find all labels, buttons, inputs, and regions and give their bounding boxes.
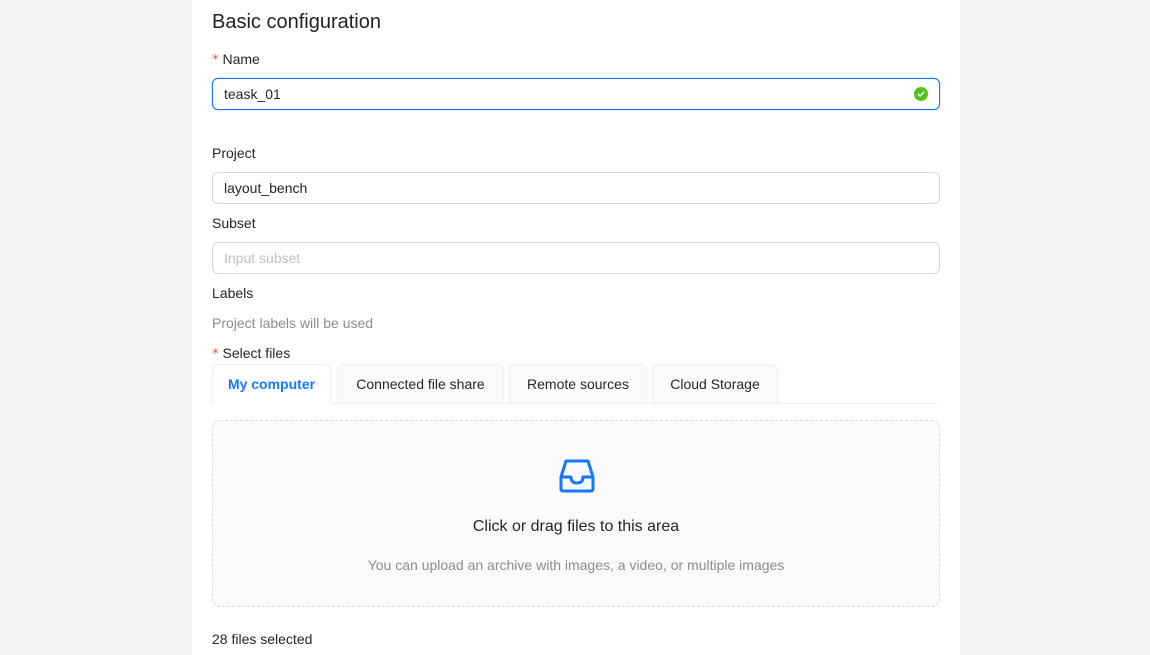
- inbox-icon: [559, 459, 595, 493]
- dropzone-hint: You can upload an archive with images, a…: [367, 557, 785, 573]
- section-title: Basic configuration: [212, 11, 381, 33]
- tab-connected-file-share[interactable]: Connected file share: [337, 364, 504, 404]
- labels-label: Labels: [212, 285, 254, 301]
- files-selected-count: 28 files selected: [212, 631, 313, 647]
- file-source-tabs: My computer Connected file share Remote …: [212, 364, 940, 404]
- required-mark: *: [212, 347, 219, 362]
- subset-label: Subset: [212, 215, 256, 231]
- tab-remote-sources[interactable]: Remote sources: [509, 364, 647, 404]
- project-label: Project: [212, 145, 256, 161]
- name-input[interactable]: [212, 78, 940, 110]
- tab-cloud-storage[interactable]: Cloud Storage: [652, 364, 778, 404]
- project-select[interactable]: [212, 172, 940, 204]
- task-config-card: Basic configuration *Name Project Subset…: [192, 0, 960, 655]
- name-label: * Name: [212, 51, 260, 68]
- select-files-label-text: Select files: [222, 345, 291, 361]
- tab-my-computer[interactable]: My computer: [212, 364, 331, 404]
- dropzone-title: Click or drag files to this area: [472, 518, 680, 535]
- select-files-label: * Select files: [212, 345, 290, 362]
- file-upload-dropzone[interactable]: Click or drag files to this area You can…: [212, 420, 940, 607]
- name-label-text: Name: [222, 51, 260, 67]
- labels-hint: Project labels will be used: [212, 315, 374, 331]
- required-mark: *: [212, 53, 219, 68]
- check-circle-icon: [914, 87, 928, 101]
- subset-input[interactable]: [212, 242, 940, 274]
